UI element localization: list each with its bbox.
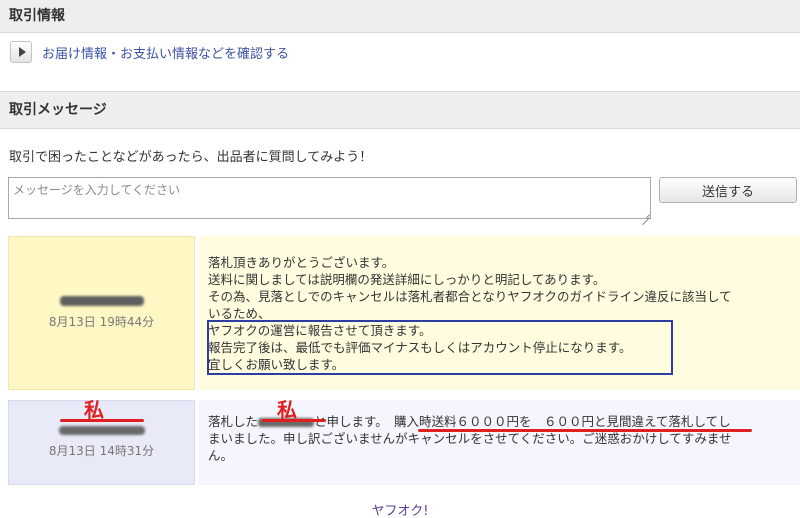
message-timestamp: 8月13日 19時44分 bbox=[48, 315, 155, 329]
trade-message-header: 取引メッセージ bbox=[0, 91, 800, 129]
message-line: まいました。申し訳ございませんがキャンセルをさせてください。ご迷惑おかけしてすみ… bbox=[208, 431, 732, 446]
message-input[interactable] bbox=[8, 177, 651, 219]
trade-message-title: 取引メッセージ bbox=[9, 102, 107, 118]
delivery-payment-link-row[interactable]: お届け情報・お支払い情報などを確認する bbox=[10, 41, 289, 63]
resize-grip-icon[interactable] bbox=[640, 208, 650, 218]
sender-name-redacted bbox=[58, 426, 145, 435]
annotation-box bbox=[207, 320, 673, 375]
annotation-underline bbox=[60, 419, 144, 422]
message-line: ん。 bbox=[208, 448, 234, 463]
message-line: 送料に関しましては説明欄の発送詳細にしっかりと明記してあります。 bbox=[208, 272, 606, 287]
trade-info-header: 取引情報 bbox=[0, 0, 800, 33]
trade-info-title: 取引情報 bbox=[9, 8, 65, 24]
send-button[interactable]: 送信する bbox=[659, 177, 797, 203]
message-line: 落札頂きありがとうございます。 bbox=[208, 255, 395, 270]
message-timestamp: 8月13日 14時31分 bbox=[48, 444, 155, 458]
annotation-underline bbox=[262, 419, 326, 422]
play-arrow-icon[interactable] bbox=[10, 41, 32, 63]
message-line: その為、見落としでのキャンセルは落札者都合となりヤフオクのガイドライン違反に該当… bbox=[208, 289, 732, 304]
message-sender-seller: 8月13日 19時44分 bbox=[8, 236, 195, 390]
sender-name-redacted bbox=[59, 296, 144, 306]
delivery-payment-link[interactable]: お届け情報・お支払い情報などを確認する bbox=[42, 43, 289, 62]
annotation-underline bbox=[418, 429, 752, 432]
message-prompt: 取引で困ったことなどがあったら、出品者に質問してみよう！ bbox=[9, 150, 373, 165]
highlighted-text: 購入時送料６０００円を ６００円と見間違えて落札 bbox=[394, 414, 694, 429]
footer-link[interactable]: ヤフオク! bbox=[0, 500, 800, 518]
